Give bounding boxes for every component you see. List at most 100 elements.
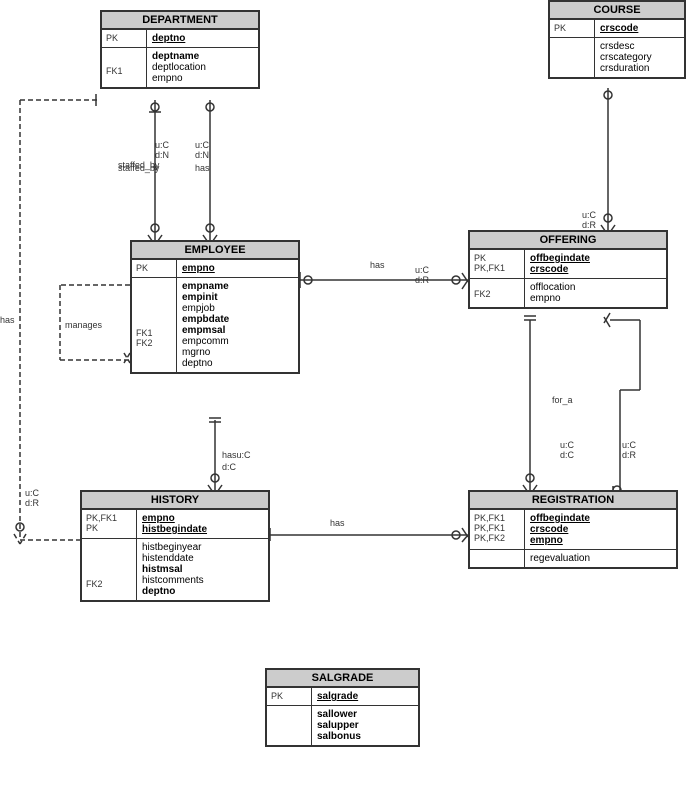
emp-empinit: empinit xyxy=(182,292,293,303)
emp-empbdate: empbdate xyxy=(182,314,293,325)
label-dn2: d:N xyxy=(195,150,209,160)
label-dc4: d:C xyxy=(560,450,574,460)
entity-history-pk: PK,FK1 PK empno histbegindate xyxy=(82,510,268,539)
label-dr7: d:R xyxy=(25,498,39,508)
off-offbegindate: offbegindate xyxy=(530,253,661,264)
label-hasd: d:C xyxy=(222,462,236,472)
label-hasu: hasu:C xyxy=(222,450,251,460)
sal-salbonus: salbonus xyxy=(317,731,413,742)
entity-history-header: HISTORY xyxy=(82,492,268,510)
entity-offering-header: OFFERING xyxy=(470,232,666,250)
reg-regevaluation: regevaluation xyxy=(530,553,671,564)
hist-empno: empno xyxy=(142,513,263,524)
reg-crscode: crscode xyxy=(530,524,671,535)
dept-fk-col: FK1 xyxy=(102,48,147,87)
label-has-left: has xyxy=(0,315,15,325)
label-has-dept: has xyxy=(195,163,210,173)
entity-course: COURSE PK crscode crsdesc crscategory cr… xyxy=(548,0,686,79)
hist-deptno: deptno xyxy=(142,586,263,597)
entity-course-header: COURSE xyxy=(550,2,684,20)
hist-histbegindate: histbegindate xyxy=(142,524,263,535)
hist-attrs: histbeginyear histenddate histmsal histc… xyxy=(137,539,268,600)
sal-attrs: sallower salupper salbonus xyxy=(312,706,418,745)
course-pk-attr: crscode xyxy=(595,20,684,37)
dept-deptname: deptname xyxy=(152,51,253,62)
entity-registration-header: REGISTRATION xyxy=(470,492,676,510)
emp-fk-col: FK1 FK2 xyxy=(132,278,177,372)
sal-sallower: sallower xyxy=(317,709,413,720)
off-empno: empno xyxy=(530,293,661,304)
entity-employee-header: EMPLOYEE xyxy=(132,242,298,260)
label-dr3: d:R xyxy=(415,275,429,285)
off-pk-attrs: offbegindate crscode xyxy=(525,250,666,278)
entity-department-header: DEPARTMENT xyxy=(102,12,258,30)
course-crsdesc: crsdesc xyxy=(600,41,679,52)
dept-empno: empno xyxy=(152,73,253,84)
label-uc5: u:C xyxy=(622,440,636,450)
hist-histmsal: histmsal xyxy=(142,564,263,575)
dept-pk-label: PK xyxy=(102,30,147,47)
course-fk-col xyxy=(550,38,595,77)
emp-empname: empname xyxy=(182,281,293,292)
dept-attrs: deptname deptlocation empno xyxy=(147,48,258,87)
label-for-a: for_a xyxy=(552,395,573,405)
sal-pk-attr: salgrade xyxy=(312,688,418,705)
label-has-hist: has xyxy=(330,518,345,528)
hist-pk-col: PK,FK1 PK xyxy=(82,510,137,538)
label-manages: manages xyxy=(65,320,102,330)
label-uc2: u:C xyxy=(195,140,209,150)
entity-salgrade-attrs: sallower salupper salbonus xyxy=(267,706,418,745)
diagram-container: staffed_by staffed_by has has for_a hasu… xyxy=(0,0,690,803)
entity-employee: EMPLOYEE PK empno FK1 FK2 empname empini… xyxy=(130,240,300,374)
entity-offering-pk: PK PK,FK1 offbegindate crscode xyxy=(470,250,666,279)
entity-employee-attrs: FK1 FK2 empname empinit empjob empbdate … xyxy=(132,278,298,372)
off-pk-col: PK PK,FK1 xyxy=(470,250,525,278)
sal-pk-label: PK xyxy=(267,688,312,705)
label-staffed-by: staffed_by xyxy=(118,163,159,173)
sal-salupper: salupper xyxy=(317,720,413,731)
hist-fk-col: FK2 xyxy=(82,539,137,600)
hist-histbeginyear: histbeginyear xyxy=(142,542,263,553)
label-uc6: u:C xyxy=(582,210,596,220)
course-crsduration: crsduration xyxy=(600,63,679,74)
entity-department: DEPARTMENT PK deptno FK1 deptname deptlo… xyxy=(100,10,260,89)
emp-empmsal: empmsal xyxy=(182,325,293,336)
entity-registration-pk: PK,FK1 PK,FK1 PK,FK2 offbegindate crscod… xyxy=(470,510,676,550)
off-attrs: offlocation empno xyxy=(525,279,666,307)
entity-salgrade-header: SALGRADE xyxy=(267,670,418,688)
hist-pk-attrs: empno histbegindate xyxy=(137,510,268,538)
entity-course-attrs: crsdesc crscategory crsduration xyxy=(550,38,684,77)
reg-offbegindate: offbegindate xyxy=(530,513,671,524)
off-crscode: crscode xyxy=(530,264,661,275)
hist-histcomments: histcomments xyxy=(142,575,263,586)
emp-deptno: deptno xyxy=(182,358,293,369)
label-uc1: u:C xyxy=(155,140,169,150)
dept-pk-attr: deptno xyxy=(147,30,258,47)
entity-offering: OFFERING PK PK,FK1 offbegindate crscode … xyxy=(468,230,668,309)
entity-registration-attrs: regevaluation xyxy=(470,550,676,567)
label-has-emp-off: has xyxy=(370,260,385,270)
emp-empjob: empjob xyxy=(182,303,293,314)
reg-pk-attrs: offbegindate crscode empno xyxy=(525,510,676,549)
reg-pk-col: PK,FK1 PK,FK1 PK,FK2 xyxy=(470,510,525,549)
label-uc7: u:C xyxy=(25,488,39,498)
reg-empno: empno xyxy=(530,535,671,546)
emp-pk-attr: empno xyxy=(177,260,298,277)
sal-fk-col xyxy=(267,706,312,745)
reg-attrs: regevaluation xyxy=(525,550,676,567)
entity-department-pk: PK deptno xyxy=(102,30,258,48)
entity-history: HISTORY PK,FK1 PK empno histbegindate FK… xyxy=(80,490,270,602)
entity-registration: REGISTRATION PK,FK1 PK,FK1 PK,FK2 offbeg… xyxy=(468,490,678,569)
entity-department-attrs: FK1 deptname deptlocation empno xyxy=(102,48,258,87)
label-uc4: u:C xyxy=(560,440,574,450)
entity-offering-attrs: FK2 offlocation empno xyxy=(470,279,666,307)
course-crscategory: crscategory xyxy=(600,52,679,63)
label-dr5: d:R xyxy=(622,450,636,460)
label-dn1: d:N xyxy=(155,150,169,160)
emp-pk-label: PK xyxy=(132,260,177,277)
entity-salgrade: SALGRADE PK salgrade sallower salupper s… xyxy=(265,668,420,747)
dept-deptlocation: deptlocation xyxy=(152,62,253,73)
label-dr6: d:R xyxy=(582,220,596,230)
label-uc3: u:C xyxy=(415,265,429,275)
entity-course-pk: PK crscode xyxy=(550,20,684,38)
